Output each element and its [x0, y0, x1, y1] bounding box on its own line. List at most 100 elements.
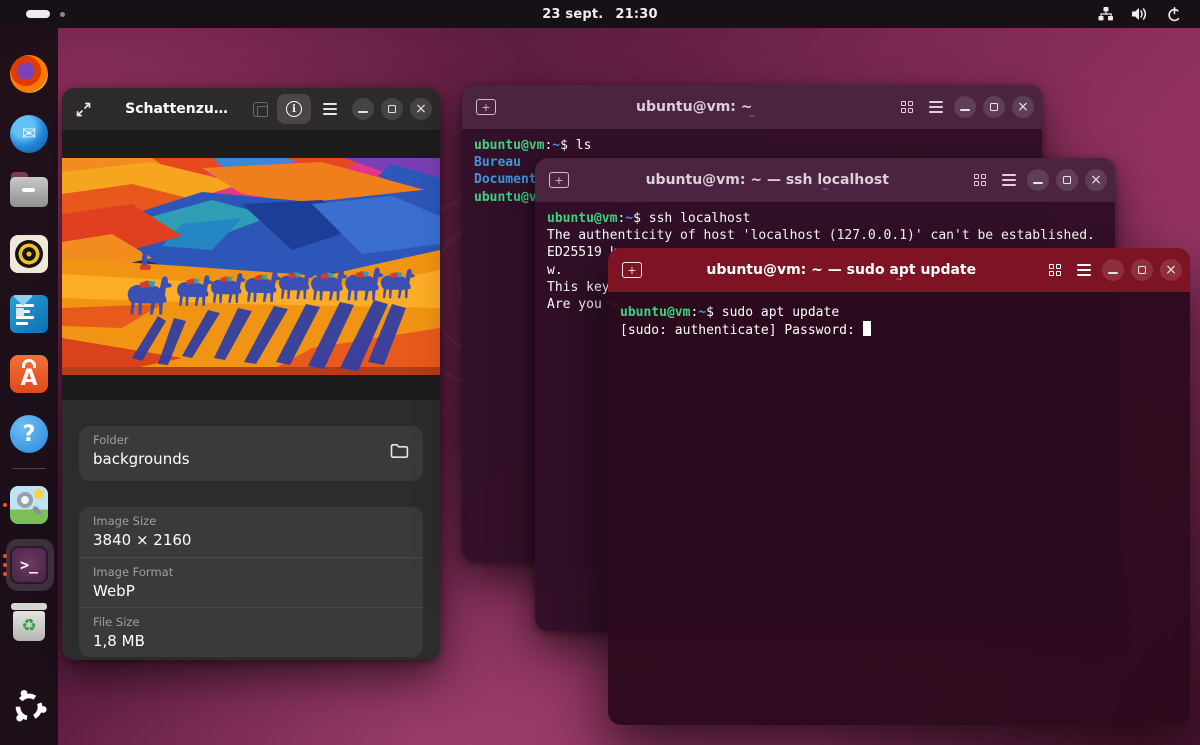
- image-format-value: WebP: [93, 582, 409, 600]
- window-title: ubuntu@vm: ~: [496, 99, 893, 115]
- image-viewer-window: Schattenzu… i ×: [62, 88, 440, 660]
- properties-toggle-button[interactable]: i: [277, 94, 311, 124]
- clock-time: 21:30: [615, 7, 657, 22]
- info-icon: i: [286, 101, 302, 117]
- window-title: ubuntu@vm: ~ — ssh localhost: [569, 172, 966, 188]
- tab-overview-icon[interactable]: [1049, 264, 1062, 277]
- terminal-output[interactable]: ubuntu@vm:~$ sudo apt update[sudo: authe…: [608, 292, 1190, 339]
- dock-item-image-viewer[interactable]: [0, 475, 58, 535]
- dock-item-firefox[interactable]: [0, 44, 58, 104]
- folder-value: backgrounds: [93, 450, 409, 468]
- terminal-titlebar[interactable]: +ubuntu@vm: ~ — sudo apt update~ ×: [608, 248, 1190, 292]
- dock-separator: [12, 468, 46, 469]
- new-tab-icon[interactable]: +: [476, 99, 496, 115]
- file-size-label: File Size: [93, 615, 409, 629]
- folder-label: Folder: [93, 433, 409, 447]
- minimize-button[interactable]: [352, 98, 374, 120]
- window-subtitle: ~: [748, 112, 756, 122]
- clock-date: 23 sept.: [542, 7, 603, 22]
- active-workspace-pill[interactable]: [26, 10, 50, 18]
- dock-item-help[interactable]: ?: [0, 404, 58, 464]
- close-button[interactable]: ×: [1012, 96, 1034, 118]
- dock-item-libreoffice-writer[interactable]: [0, 284, 58, 344]
- property-image-format: Image Format WebP: [79, 557, 423, 607]
- clock[interactable]: 23 sept. 21:30: [542, 7, 658, 22]
- terminal-titlebar[interactable]: +ubuntu@vm: ~ — ssh localhost~ ×: [535, 158, 1115, 202]
- copy-image-icon[interactable]: [253, 102, 268, 117]
- top-bar: 23 sept. 21:30: [0, 0, 1200, 28]
- terminal-line: The authenticity of host 'localhost (127…: [547, 227, 1115, 244]
- camel-caravan-image: [62, 158, 440, 375]
- running-indicator: [3, 503, 7, 507]
- property-folder[interactable]: Folder backgrounds: [79, 426, 423, 481]
- window-subtitle: ~: [895, 275, 903, 285]
- rhythmbox-icon: [10, 235, 48, 273]
- close-button[interactable]: ×: [1160, 259, 1182, 281]
- new-tab-icon[interactable]: +: [549, 172, 569, 188]
- dock-item-app-center[interactable]: A: [0, 344, 58, 404]
- terminal-window-sudo-apt-update: +ubuntu@vm: ~ — sudo apt update~ × ubuntu@…: [608, 248, 1190, 725]
- ubuntu-logo-icon: [10, 688, 48, 726]
- dock-item-trash[interactable]: ♻: [0, 595, 58, 655]
- menu-button[interactable]: [1077, 264, 1091, 275]
- dock-item-rhythmbox[interactable]: [0, 224, 58, 284]
- file-size-value: 1,8 MB: [93, 632, 409, 650]
- console-icon: >_: [10, 546, 48, 584]
- trash-icon: ♻: [10, 608, 48, 646]
- new-tab-icon[interactable]: +: [622, 262, 642, 278]
- tab-overview-icon[interactable]: [974, 174, 987, 187]
- inactive-workspace-dot[interactable]: [60, 12, 65, 17]
- terminal-titlebar[interactable]: +ubuntu@vm: ~~ ×: [462, 85, 1042, 129]
- menu-button[interactable]: [315, 94, 345, 124]
- window-title: Schattenzu…: [102, 101, 251, 117]
- libreoffice-writer-icon: [10, 295, 48, 333]
- property-image-size: Image Size 3840 × 2160: [79, 507, 423, 557]
- image-size-label: Image Size: [93, 514, 409, 528]
- image-letterbox-bottom: [62, 375, 440, 400]
- network-tree-icon: [1098, 7, 1114, 21]
- menu-button[interactable]: [1002, 174, 1016, 185]
- properties-panel: Folder backgrounds Image Size 3840 × 216…: [62, 426, 440, 660]
- firefox-icon: [10, 55, 48, 93]
- thunderbird-icon: ✉: [10, 115, 48, 153]
- app-center-icon: A: [10, 355, 48, 393]
- dock-item-console[interactable]: >_: [0, 535, 58, 595]
- menu-button[interactable]: [929, 101, 943, 112]
- maximize-button[interactable]: [983, 96, 1005, 118]
- dock-item-show-apps[interactable]: [0, 677, 58, 737]
- help-icon: ?: [10, 415, 48, 453]
- image-letterbox-top: [62, 130, 440, 158]
- maximize-button[interactable]: [1131, 259, 1153, 281]
- dock-item-files[interactable]: [0, 164, 58, 224]
- power-icon: [1167, 7, 1182, 22]
- files-icon: [10, 177, 48, 215]
- terminal-line: [sudo: authenticate] Password:: [620, 321, 1190, 339]
- speaker-icon: [1132, 7, 1149, 21]
- workspace-indicator[interactable]: [26, 10, 65, 18]
- window-title: ubuntu@vm: ~ — sudo apt update: [642, 262, 1041, 278]
- minimize-button[interactable]: [1027, 169, 1049, 191]
- terminal-line: ubuntu@vm:~$ ssh localhost: [547, 210, 1115, 227]
- fullscreen-icon[interactable]: [70, 96, 96, 122]
- terminal-line: ubuntu@vm:~$ sudo apt update: [620, 304, 1190, 321]
- image-size-value: 3840 × 2160: [93, 531, 409, 549]
- terminal-line: ubuntu@vm:~$ ls: [474, 137, 1042, 154]
- property-file-size: File Size 1,8 MB: [79, 607, 423, 657]
- image-viewer-titlebar[interactable]: Schattenzu… i ×: [62, 88, 440, 130]
- image-viewer-icon: [10, 486, 48, 524]
- system-status-area[interactable]: [1098, 7, 1182, 22]
- maximize-button[interactable]: [381, 98, 403, 120]
- dock: ✉ A ? >_ ♻: [0, 28, 58, 745]
- image-format-label: Image Format: [93, 565, 409, 579]
- terminal-cursor: [863, 321, 871, 336]
- close-button[interactable]: ×: [1085, 169, 1107, 191]
- minimize-button[interactable]: [1102, 259, 1124, 281]
- tab-overview-icon[interactable]: [901, 101, 914, 114]
- open-folder-icon[interactable]: [390, 443, 409, 463]
- minimize-button[interactable]: [954, 96, 976, 118]
- maximize-button[interactable]: [1056, 169, 1078, 191]
- close-button[interactable]: ×: [410, 98, 432, 120]
- window-subtitle: ~: [821, 185, 829, 195]
- running-indicator: [3, 554, 7, 576]
- dock-item-thunderbird[interactable]: ✉: [0, 104, 58, 164]
